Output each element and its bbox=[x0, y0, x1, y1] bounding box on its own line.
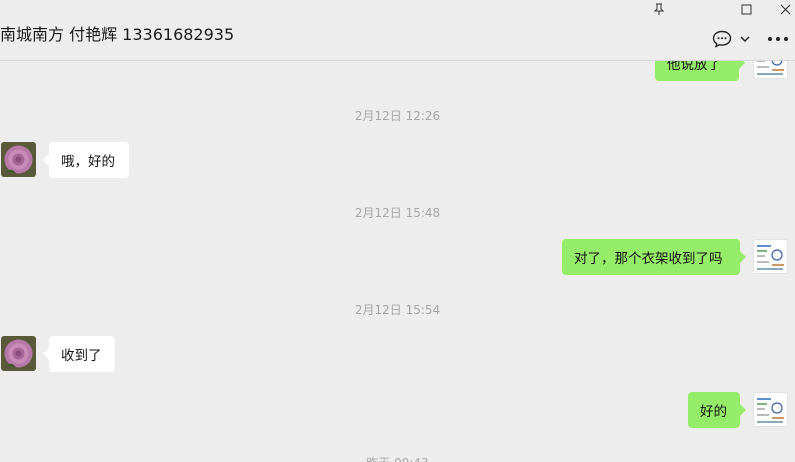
chat-header: 南城南方 付艳辉 13361682935 bbox=[0, 0, 795, 61]
pin-icon[interactable] bbox=[644, 0, 674, 18]
avatar[interactable] bbox=[753, 239, 788, 274]
chat-title: 南城南方 付艳辉 13361682935 bbox=[0, 25, 235, 44]
message-text: 收到了 bbox=[61, 348, 102, 364]
chat-bubble-icon[interactable] bbox=[711, 28, 733, 50]
close-icon[interactable] bbox=[775, 0, 795, 18]
avatar[interactable] bbox=[1, 142, 36, 177]
timestamp: 2月12日 15:48 bbox=[354, 206, 441, 220]
doc-avatar-icon bbox=[754, 393, 787, 426]
message-bubble-outgoing[interactable]: 对了，那个衣架收到了吗 bbox=[562, 239, 746, 275]
timestamp: 昨天 09:43 bbox=[0, 454, 795, 462]
doc-avatar-icon bbox=[754, 240, 787, 273]
message-text: 好的 bbox=[700, 404, 727, 420]
rose-avatar-icon bbox=[1, 142, 36, 177]
message-bubble-incoming[interactable]: 收到了 bbox=[43, 336, 115, 372]
message-list[interactable]: 他说放了 2月12日 12:26 哦，好的 2月12日 15:48 对了，那个衣… bbox=[0, 0, 795, 462]
timestamp: 2月12日 12:26 bbox=[354, 109, 441, 123]
message-bubble-outgoing[interactable]: 好的 bbox=[688, 392, 746, 428]
avatar[interactable] bbox=[1, 336, 36, 371]
avatar[interactable] bbox=[753, 392, 788, 427]
more-options-icon[interactable] bbox=[766, 28, 790, 50]
maximize-icon[interactable] bbox=[731, 0, 761, 18]
chevron-down-icon[interactable] bbox=[737, 28, 753, 50]
message-text: 哦，好的 bbox=[61, 154, 115, 170]
message-text: 对了，那个衣架收到了吗 bbox=[574, 251, 723, 267]
rose-avatar-icon bbox=[1, 336, 36, 371]
message-bubble-incoming[interactable]: 哦，好的 bbox=[43, 142, 129, 178]
timestamp: 2月12日 15:54 bbox=[354, 303, 441, 317]
